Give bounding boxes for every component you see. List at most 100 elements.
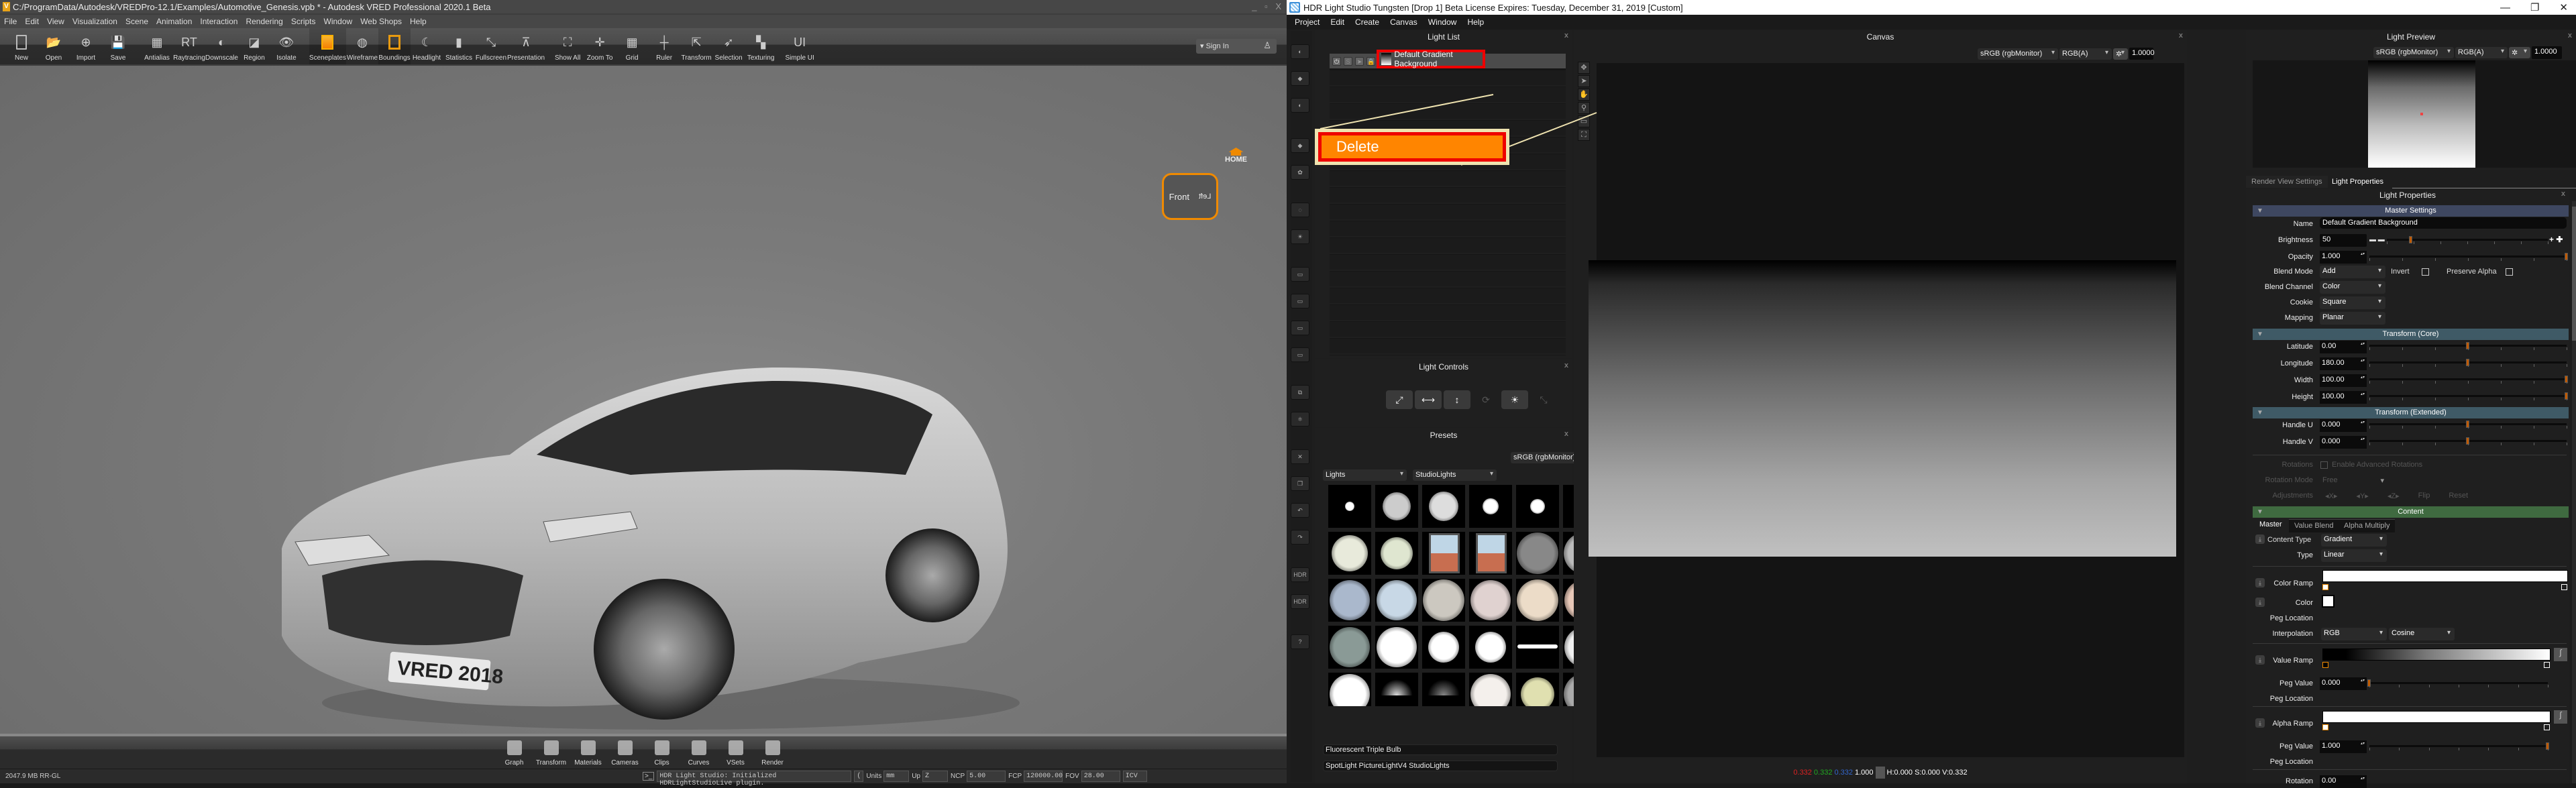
vred-toolbar: New 📂 Open ⊕ Import 💾 Save ▦ Antialias RT Raytraci…: [0, 28, 1287, 64]
toolbar-label: Selection: [714, 54, 743, 62]
zoom-to-icon: ✛: [594, 35, 605, 49]
toolbar-transform-button[interactable]: ⇱ Transform: [680, 28, 712, 64]
toolbar-import-button[interactable]: ⊕ Import: [70, 28, 102, 64]
toolbar-region-button[interactable]: ◪ Region: [238, 28, 270, 64]
toolbar-raytracing-button[interactable]: RT Raytracing: [173, 28, 205, 64]
up-axis-select[interactable]: Z: [922, 771, 948, 782]
toolbar-label: Show All: [554, 54, 581, 62]
simple-ui-icon: UI: [794, 35, 806, 49]
toolbar-isolate-button[interactable]: 👁 Isolate: [270, 28, 303, 64]
menu-visualization[interactable]: Visualization: [72, 17, 117, 26]
module-cameras-button[interactable]: Cameras: [606, 736, 643, 769]
render-icon: [765, 740, 780, 755]
materials-icon: [580, 740, 596, 755]
module-clips-button[interactable]: Clips: [643, 736, 680, 769]
vred-logo-icon: V: [3, 2, 10, 11]
toolbar-downscale-button[interactable]: ◐ Downscale: [205, 28, 238, 64]
menu-web-shops[interactable]: Web Shops: [360, 17, 402, 26]
statistics-icon: ▮: [455, 35, 462, 49]
toolbar-separator: [545, 28, 551, 64]
toolbar-label: New: [14, 54, 28, 62]
toolbar-zoom-to-button[interactable]: ✛ Zoom To: [584, 28, 616, 64]
menu-animation[interactable]: Animation: [156, 17, 192, 26]
vred-window-title: C:/ProgramData/Autodesk/VREDPro-12.1/Exa…: [13, 1, 491, 12]
fcp-label: FCP: [1008, 773, 1022, 780]
toolbar-separator: [134, 28, 141, 64]
toolbar-texturing-button[interactable]: ▚ Texturing: [745, 28, 777, 64]
menu-rendering[interactable]: Rendering: [246, 17, 282, 26]
toolbar-ruler-button[interactable]: ┼ Ruler: [648, 28, 680, 64]
menu-scripts[interactable]: Scripts: [291, 17, 316, 26]
home-icon: [1228, 148, 1244, 156]
console-output[interactable]: HDR Light Studio: Initialized HDRLightSt…: [657, 771, 852, 787]
toolbar-label: Zoom To: [586, 54, 613, 62]
module-graph-button[interactable]: Graph: [496, 736, 533, 769]
toolbar-grid-button[interactable]: ▦ Grid: [616, 28, 648, 64]
menu-file[interactable]: File: [4, 17, 17, 26]
units-select[interactable]: mm: [883, 771, 910, 782]
units-label: Units: [866, 773, 882, 780]
toolbar-label: Open: [45, 54, 62, 62]
toolbar-presentation-button[interactable]: ⊼ Presentation: [507, 28, 545, 64]
isolate-icon: 👁: [278, 35, 294, 49]
fov-input[interactable]: 28.00: [1081, 771, 1120, 782]
3d-viewport[interactable]: HOME Front Left VRED 2018: [0, 66, 1287, 734]
toolbar-boundings-button[interactable]: Boundings: [378, 28, 411, 64]
toolbar-save-button[interactable]: 💾 Save: [102, 28, 134, 64]
sceneplate-shape: [321, 35, 334, 50]
toolbar-sceneplates-button[interactable]: Sceneplates: [309, 28, 346, 64]
home-button[interactable]: HOME: [1225, 148, 1247, 164]
terminal-icon[interactable]: >_: [643, 772, 655, 781]
vred-bottom-toolbar: Graph Transform Materials Cameras Clips Curve…: [0, 736, 1287, 769]
ncp-label: NCP: [951, 773, 965, 780]
menu-interaction[interactable]: Interaction: [200, 17, 237, 26]
toolbar-label: Import: [76, 54, 96, 62]
up-axis-label: Up: [912, 773, 920, 780]
toolbar-headlight-button[interactable]: ☾ Headlight: [411, 28, 443, 64]
vred-menu-bar: File Edit View Visualization Scene Animation I…: [0, 15, 1287, 28]
toolbar-simple-ui-button[interactable]: UI Simple UI: [784, 28, 816, 64]
module-materials-button[interactable]: Materials: [570, 736, 606, 769]
car-grille: [322, 560, 523, 645]
ncp-input[interactable]: 5.00: [967, 771, 1006, 782]
toolbar-wireframe-button[interactable]: ◍ Wireframe: [346, 28, 378, 64]
region-icon: ◪: [248, 35, 260, 49]
module-label: Materials: [574, 759, 602, 767]
presentation-icon: ⊼: [521, 35, 531, 49]
toolbar-statistics-button[interactable]: ▮ Statistics: [443, 28, 475, 64]
sign-in-button[interactable]: ▾ Sign In ♙: [1196, 39, 1277, 54]
viewcube-left-face[interactable]: Left: [1199, 192, 1211, 201]
toolbar-label: Boundings: [378, 54, 411, 62]
module-render-button[interactable]: Render: [754, 736, 791, 769]
toolbar-open-button[interactable]: 📂 Open: [38, 28, 70, 64]
icv-button[interactable]: ICV: [1122, 771, 1147, 782]
module-curves-button[interactable]: Curves: [680, 736, 717, 769]
menu-view[interactable]: View: [47, 17, 64, 26]
module-label: Render: [761, 759, 784, 767]
viewcube-front-face[interactable]: Front: [1169, 192, 1189, 202]
module-vsets-button[interactable]: VSets: [717, 736, 754, 769]
menu-help[interactable]: Help: [410, 17, 427, 26]
import-icon: ⊕: [80, 35, 91, 49]
toolbar-label: Headlight: [412, 54, 441, 62]
vred-window-controls[interactable]: _ ▫ X: [1252, 1, 1284, 11]
menu-window[interactable]: Window: [324, 17, 353, 26]
menu-edit[interactable]: Edit: [25, 17, 39, 26]
toolbar-label: Presentation: [506, 54, 545, 62]
toolbar-antialias-button[interactable]: ▦ Antialias: [141, 28, 173, 64]
console-toggle[interactable]: (: [854, 771, 864, 782]
toolbar-new-button[interactable]: New: [5, 28, 38, 64]
home-label: HOME: [1225, 156, 1247, 164]
module-transform-button[interactable]: Transform: [533, 736, 570, 769]
toolbar-selection-button[interactable]: ➶ Selection: [712, 28, 745, 64]
module-label: Clips: [654, 759, 669, 767]
vred-window: V C:/ProgramData/Autodesk/VREDPro-12.1/E…: [0, 0, 1287, 787]
toolbar-label: Isolate: [276, 54, 297, 62]
headlight-icon: ☾: [421, 35, 433, 49]
viewcube[interactable]: Front Left: [1162, 173, 1218, 220]
fcp-input[interactable]: 120000.00: [1024, 771, 1063, 782]
toolbar-show-all-button[interactable]: ⛶ Show All: [551, 28, 584, 64]
menu-scene[interactable]: Scene: [125, 17, 148, 26]
toolbar-fullscreen-button[interactable]: ⤡ Fullscreen: [475, 28, 507, 64]
module-label: Transform: [535, 759, 567, 767]
